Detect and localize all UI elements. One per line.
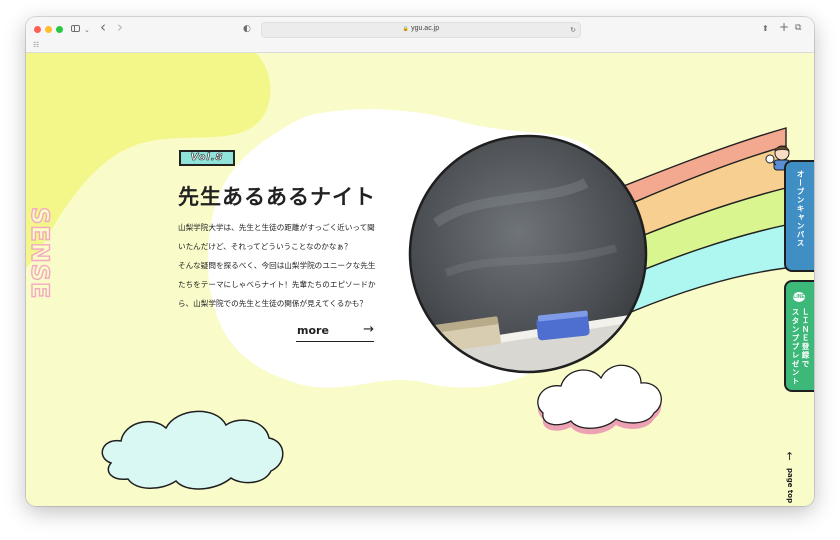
description-line: いたんだけど、それってどういうことなのかなぁ？ bbox=[178, 242, 352, 251]
more-link[interactable]: more → bbox=[296, 322, 374, 342]
close-window-button[interactable] bbox=[34, 26, 41, 33]
description-line: そんな疑問を探るべく、今回は山梨学院のユニークな先生 bbox=[178, 261, 376, 270]
tab-group-chevron-icon[interactable]: ⌄ bbox=[84, 25, 90, 35]
arrow-right-icon: → bbox=[363, 322, 374, 337]
page-top-button[interactable]: ↑ page top bbox=[782, 450, 802, 504]
page-top-label: page top bbox=[786, 468, 794, 504]
sidebar-toggle-icon[interactable] bbox=[71, 25, 80, 32]
address-bar[interactable]: 🔒 ygu.ac.jp ↻ bbox=[261, 22, 581, 38]
description-line: ら、山梨学院での先生と生徒の関係が見えてくるかも？ bbox=[178, 299, 368, 308]
extensions-icon[interactable]: ☷ bbox=[33, 40, 39, 50]
background-decoration bbox=[26, 53, 791, 490]
address-url: ygu.ac.jp bbox=[411, 25, 440, 32]
description-text: 山梨学院大学は、先生と生徒の距離がすっごく近いって聞 いたんだけど、それってどう… bbox=[178, 218, 383, 313]
arrow-up-icon: ↑ bbox=[785, 450, 795, 463]
privacy-report-icon[interactable]: ◐ bbox=[243, 24, 251, 34]
lock-icon: 🔒 bbox=[402, 26, 410, 32]
browser-toolbar: ⌄ ‹ › ◐ 🔒 ygu.ac.jp ↻ ⬆ + ⧉ ☷ bbox=[26, 17, 814, 53]
line-register-tab[interactable]: LINE ＬＩＮＥ登録で スタンププレゼント bbox=[784, 280, 814, 392]
minimize-window-button[interactable] bbox=[45, 26, 52, 33]
new-tab-icon[interactable]: + bbox=[779, 21, 789, 33]
line-register-label: ＬＩＮＥ登録で スタンププレゼント bbox=[791, 308, 810, 386]
sensei-vertical-text: SENSEI bbox=[26, 206, 55, 298]
open-campus-tab[interactable]: オープンキャンパス bbox=[784, 160, 814, 272]
zoom-window-button[interactable] bbox=[56, 26, 63, 33]
volume-tag: Vol.8 bbox=[179, 150, 235, 166]
open-campus-label: オープンキャンパス bbox=[796, 170, 805, 248]
description-line: たちをテーマにしゃべらナイト！先輩たちのエピソードか bbox=[178, 280, 376, 289]
tab-overview-icon[interactable]: ⧉ bbox=[795, 23, 801, 33]
cloud-white bbox=[537, 364, 662, 429]
share-icon[interactable]: ⬆ bbox=[762, 24, 769, 34]
page-title: 先生あるあるナイト bbox=[178, 185, 376, 209]
svg-text:SENSEI: SENSEI bbox=[26, 207, 54, 298]
more-label: more bbox=[297, 324, 329, 337]
line-logo-icon: LINE bbox=[793, 292, 805, 302]
description-line: 山梨学院大学は、先生と生徒の距離がすっごく近いって聞 bbox=[178, 223, 375, 232]
browser-window: ⌄ ‹ › ◐ 🔒 ygu.ac.jp ↻ ⬆ + ⧉ ☷ SENSEI Vol… bbox=[26, 17, 814, 506]
cloud-blue bbox=[101, 410, 284, 490]
web-page: SENSEI Vol.8 先生あるあるナイト 山梨学院大学は、先生と生徒の距離が… bbox=[26, 53, 814, 506]
reload-icon[interactable]: ↻ bbox=[570, 25, 576, 35]
forward-icon[interactable]: › bbox=[117, 20, 123, 35]
back-icon[interactable]: ‹ bbox=[100, 20, 106, 35]
